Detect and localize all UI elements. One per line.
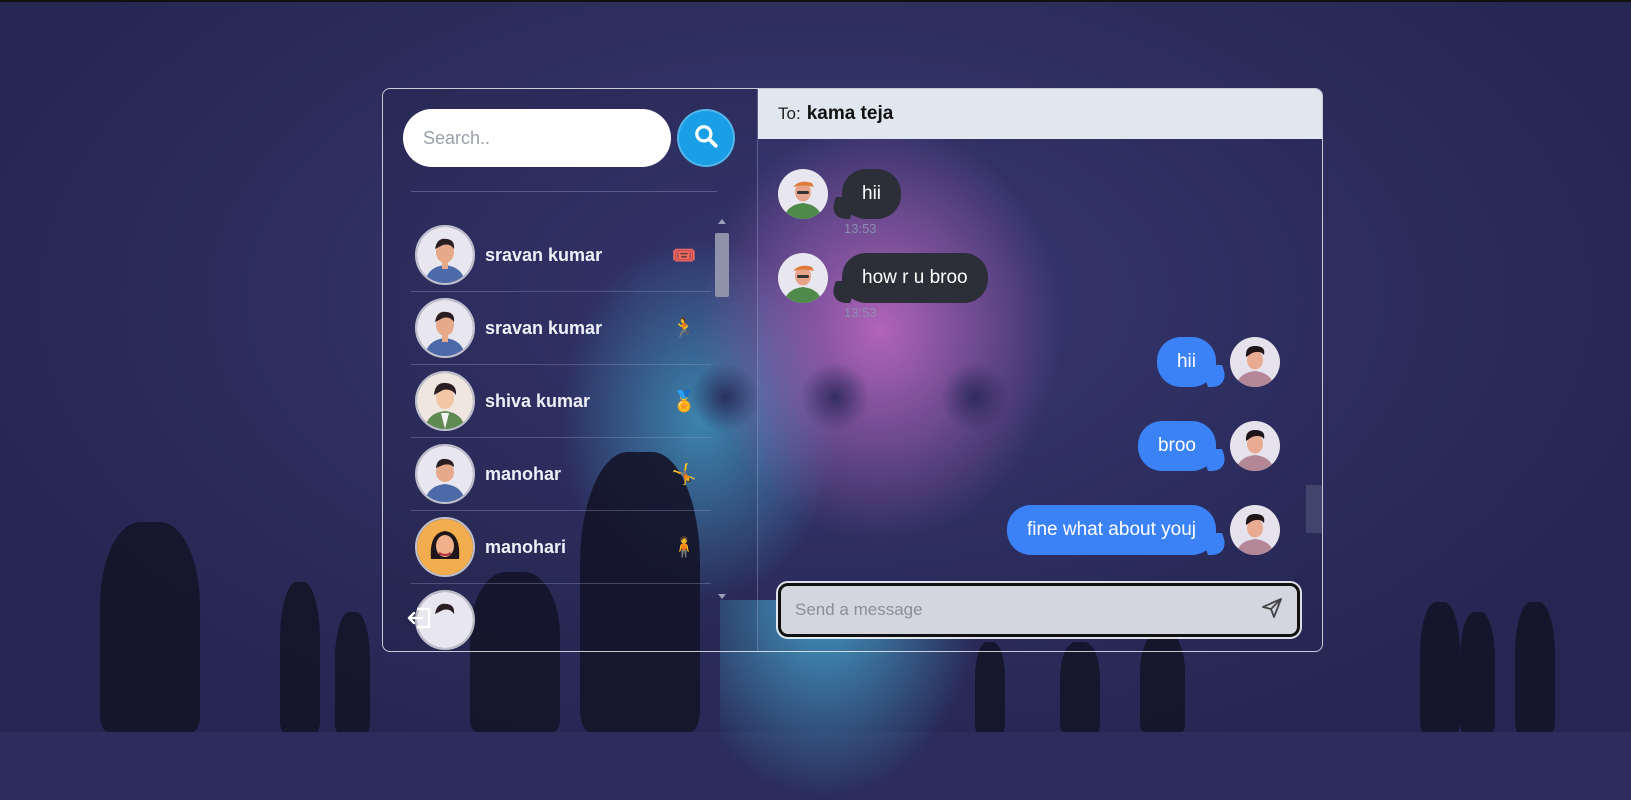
contact-item[interactable]: [411, 584, 711, 651]
message-composer: [776, 581, 1302, 639]
contact-item[interactable]: shiva kumar 🏅: [411, 365, 711, 438]
sender-avatar: [1230, 337, 1280, 387]
send-icon: [1260, 596, 1284, 625]
contact-name: manohari: [485, 536, 567, 557]
search-bar: [403, 109, 735, 167]
message-incoming: hii: [778, 169, 902, 219]
message-bubble: fine what about youj: [1006, 505, 1216, 555]
to-label: To:: [778, 104, 801, 123]
contacts-panel: sravan kumar 🎟️ sravan kumar 🏃: [383, 89, 758, 651]
divider: [411, 191, 717, 192]
search-icon: [693, 123, 719, 154]
message-bubble: hii: [1156, 337, 1216, 387]
message-input[interactable]: [793, 599, 1259, 621]
background-silhouette: [280, 582, 320, 732]
contact-name: sravan kumar: [485, 244, 603, 265]
background-silhouette: [100, 522, 200, 732]
avatar: [415, 444, 475, 504]
contact-item[interactable]: manohar 🤸: [411, 438, 711, 511]
message-time: 13:53: [844, 221, 877, 236]
recipient-name: kama teja: [806, 103, 894, 124]
sender-avatar: [1230, 421, 1280, 471]
message-time: 13:53: [844, 305, 877, 320]
background-silhouette: [1515, 602, 1555, 732]
contact-badge: 🤸: [671, 463, 697, 486]
background-silhouette: [335, 612, 370, 732]
avatar: [415, 225, 475, 285]
search-input[interactable]: [403, 109, 671, 167]
contact-name: sravan kumar: [485, 317, 603, 338]
sender-avatar: [1230, 505, 1280, 555]
contact-item[interactable]: sravan kumar 🏃: [411, 292, 711, 365]
message-outgoing: fine what about youj: [1006, 505, 1280, 555]
contact-badge: 🧍: [671, 536, 697, 559]
message-list: hii 13:53 how r u broo 13:53 hii broo fi…: [758, 139, 1322, 651]
message-bubble: how r u broo: [842, 253, 988, 303]
background-silhouette: [1060, 642, 1100, 732]
contact-list: sravan kumar 🎟️ sravan kumar 🏃 shiva kum…: [411, 219, 711, 651]
message-list-scrollbar[interactable]: [1306, 485, 1322, 533]
send-button[interactable]: [1259, 597, 1285, 623]
message-bubble: hii: [842, 169, 902, 219]
contact-item[interactable]: sravan kumar 🎟️: [411, 219, 711, 292]
scroll-up-arrow-icon[interactable]: [718, 219, 726, 224]
avatar: [415, 371, 475, 431]
contact-item[interactable]: manohari 🧍: [411, 511, 711, 584]
contact-badge: 🏃: [671, 317, 697, 340]
window-top-border: [0, 0, 1631, 2]
background-silhouette: [1420, 602, 1460, 732]
message-bubble: broo: [1137, 421, 1216, 471]
logout-icon: [405, 607, 435, 637]
background-silhouette: [1460, 612, 1495, 732]
search-button[interactable]: [677, 109, 735, 167]
sender-avatar: [778, 253, 828, 303]
background-silhouette: [975, 642, 1005, 732]
contact-badge: 🏅: [671, 390, 697, 413]
scroll-down-arrow-icon[interactable]: [718, 594, 726, 599]
message-outgoing: broo: [1137, 421, 1280, 471]
chat-header: To: kama teja: [758, 89, 1322, 139]
avatar: [415, 517, 475, 577]
avatar: [415, 298, 475, 358]
message-outgoing: hii: [1156, 337, 1280, 387]
scrollbar-thumb[interactable]: [715, 233, 729, 297]
message-incoming: how r u broo: [778, 253, 988, 303]
chat-panel: To: kama teja hii 13:53 how r u broo 13:…: [758, 89, 1322, 651]
chat-app: sravan kumar 🎟️ sravan kumar 🏃: [382, 88, 1323, 652]
contact-name: manohar: [485, 463, 562, 484]
contact-badge: 🎟️: [671, 244, 697, 267]
sender-avatar: [778, 169, 828, 219]
contact-list-scrollbar[interactable]: [713, 219, 731, 599]
contact-name: shiva kumar: [485, 390, 591, 411]
logout-button[interactable]: [405, 603, 435, 633]
